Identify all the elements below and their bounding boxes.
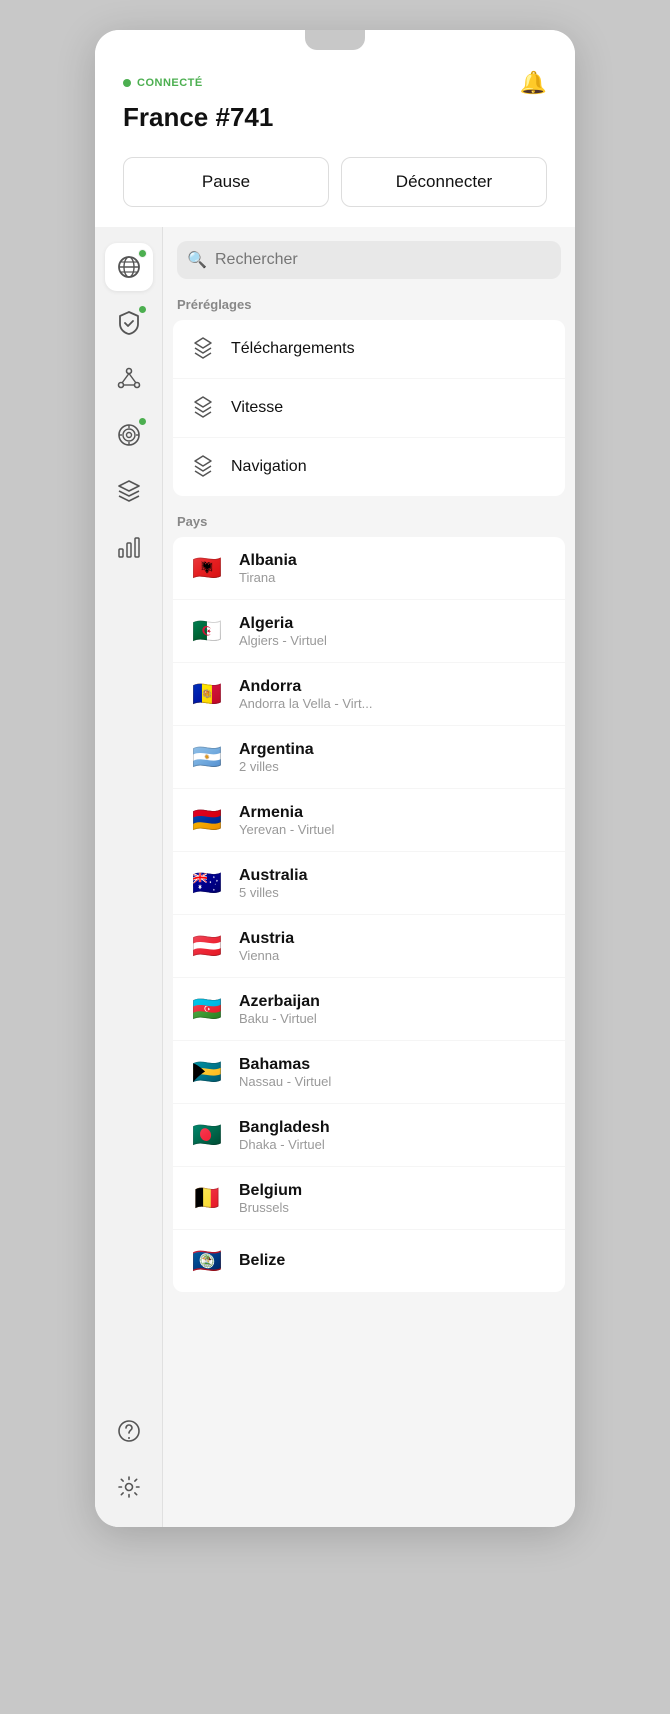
country-item-algeria[interactable]: 🇩🇿 Algeria Algiers - Virtuel [173,600,565,662]
country-item-bangladesh[interactable]: 🇧🇩 Bangladesh Dhaka - Virtuel [173,1104,565,1166]
flag-bahamas: 🇧🇸 [187,1052,227,1092]
right-panel: 🔍 Préréglages Téléchargements [163,227,575,1527]
preset-speed-name: Vitesse [231,399,283,417]
search-bar: 🔍 [177,241,561,279]
flag-armenia: 🇦🇲 [187,800,227,840]
country-info-austria: Austria Vienna [239,930,294,963]
country-item-azerbaijan[interactable]: 🇦🇿 Azerbaijan Baku - Virtuel [173,978,565,1040]
sidebar-item-help[interactable] [105,1407,153,1455]
country-item-argentina[interactable]: 🇦🇷 Argentina 2 villes [173,726,565,788]
country-item-belgium[interactable]: 🇧🇪 Belgium Brussels [173,1167,565,1229]
notch [305,30,365,50]
pause-button[interactable]: Pause [123,157,329,207]
country-info-belize: Belize [239,1252,285,1270]
status-dot [123,79,131,87]
flag-algeria: 🇩🇿 [187,611,227,651]
search-input[interactable] [177,241,561,279]
stats-icon [115,533,143,561]
flag-austria: 🇦🇹 [187,926,227,966]
country-item-australia[interactable]: 🇦🇺 Australia 5 villes [173,852,565,914]
preset-downloads-name: Téléchargements [231,340,355,358]
sidebar-item-settings[interactable] [105,1463,153,1511]
flag-albania: 🇦🇱 [187,548,227,588]
country-item-bahamas[interactable]: 🇧🇸 Bahamas Nassau - Virtuel [173,1041,565,1103]
country-item-austria[interactable]: 🇦🇹 Austria Vienna [173,915,565,977]
preset-item-downloads[interactable]: Téléchargements [173,320,565,378]
country-item-belize[interactable]: 🇧🇿 Belize [173,1230,565,1292]
sidebar-item-target[interactable] [105,411,153,459]
country-item-andorra[interactable]: 🇦🇩 Andorra Andorra la Vella - Virt... [173,663,565,725]
flag-belize: 🇧🇿 [187,1241,227,1281]
country-item-albania[interactable]: 🇦🇱 Albania Tirana [173,537,565,599]
sidebar-item-shield[interactable] [105,299,153,347]
flag-belgium: 🇧🇪 [187,1178,227,1218]
disconnect-button[interactable]: Déconnecter [341,157,547,207]
sidebar-item-layers[interactable] [105,467,153,515]
preset-item-speed[interactable]: Vitesse [173,379,565,437]
country-info-andorra: Andorra Andorra la Vella - Virt... [239,678,372,711]
country-item-armenia[interactable]: 🇦🇲 Armenia Yerevan - Virtuel [173,789,565,851]
downloads-icon [187,333,219,365]
nodes-icon [115,365,143,393]
layers-icon [115,477,143,505]
flag-bangladesh: 🇧🇩 [187,1115,227,1155]
preset-item-navigation[interactable]: Navigation [173,438,565,496]
country-info-argentina: Argentina 2 villes [239,741,314,774]
app-container: CONNECTÉ 🔔 France #741 Pause Déconnecter [95,30,575,1527]
country-info-algeria: Algeria Algiers - Virtuel [239,615,327,648]
sidebar-item-nodes[interactable] [105,355,153,403]
country-info-azerbaijan: Azerbaijan Baku - Virtuel [239,993,320,1026]
shield-badge [138,305,147,314]
target-icon [115,421,143,449]
action-buttons: Pause Déconnecter [123,157,547,207]
bell-icon[interactable]: 🔔 [520,70,547,96]
country-info-australia: Australia 5 villes [239,867,307,900]
search-icon: 🔍 [187,250,207,270]
country-info-bangladesh: Bangladesh Dhaka - Virtuel [239,1119,330,1152]
sidebar-item-globe[interactable] [105,243,153,291]
country-info-bahamas: Bahamas Nassau - Virtuel [239,1056,331,1089]
speed-icon [187,392,219,424]
status-text: CONNECTÉ [137,77,203,89]
help-icon [115,1417,143,1445]
flag-australia: 🇦🇺 [187,863,227,903]
country-list: 🇦🇱 Albania Tirana 🇩🇿 Algeria Algiers - V… [173,535,565,1293]
server-name: France #741 [123,102,547,133]
main-content: 🔍 Préréglages Téléchargements [95,227,575,1527]
presets-section-label: Préréglages [163,289,575,318]
country-info-belgium: Belgium Brussels [239,1182,302,1215]
shield-icon [115,309,143,337]
flag-argentina: 🇦🇷 [187,737,227,777]
preset-navigation-name: Navigation [231,458,307,476]
sidebar-item-stats[interactable] [105,523,153,571]
header-top: CONNECTÉ 🔔 [123,70,547,96]
flag-azerbaijan: 🇦🇿 [187,989,227,1029]
navigation-icon [187,451,219,483]
countries-section-label: Pays [163,506,575,535]
globe-badge [138,249,147,258]
target-badge [138,417,147,426]
flag-andorra: 🇦🇩 [187,674,227,714]
country-info-armenia: Armenia Yerevan - Virtuel [239,804,334,837]
header: CONNECTÉ 🔔 France #741 Pause Déconnecter [95,30,575,227]
globe-icon [115,253,143,281]
country-info-albania: Albania Tirana [239,552,297,585]
sidebar [95,227,163,1527]
settings-icon [115,1473,143,1501]
status-row: CONNECTÉ [123,77,203,89]
